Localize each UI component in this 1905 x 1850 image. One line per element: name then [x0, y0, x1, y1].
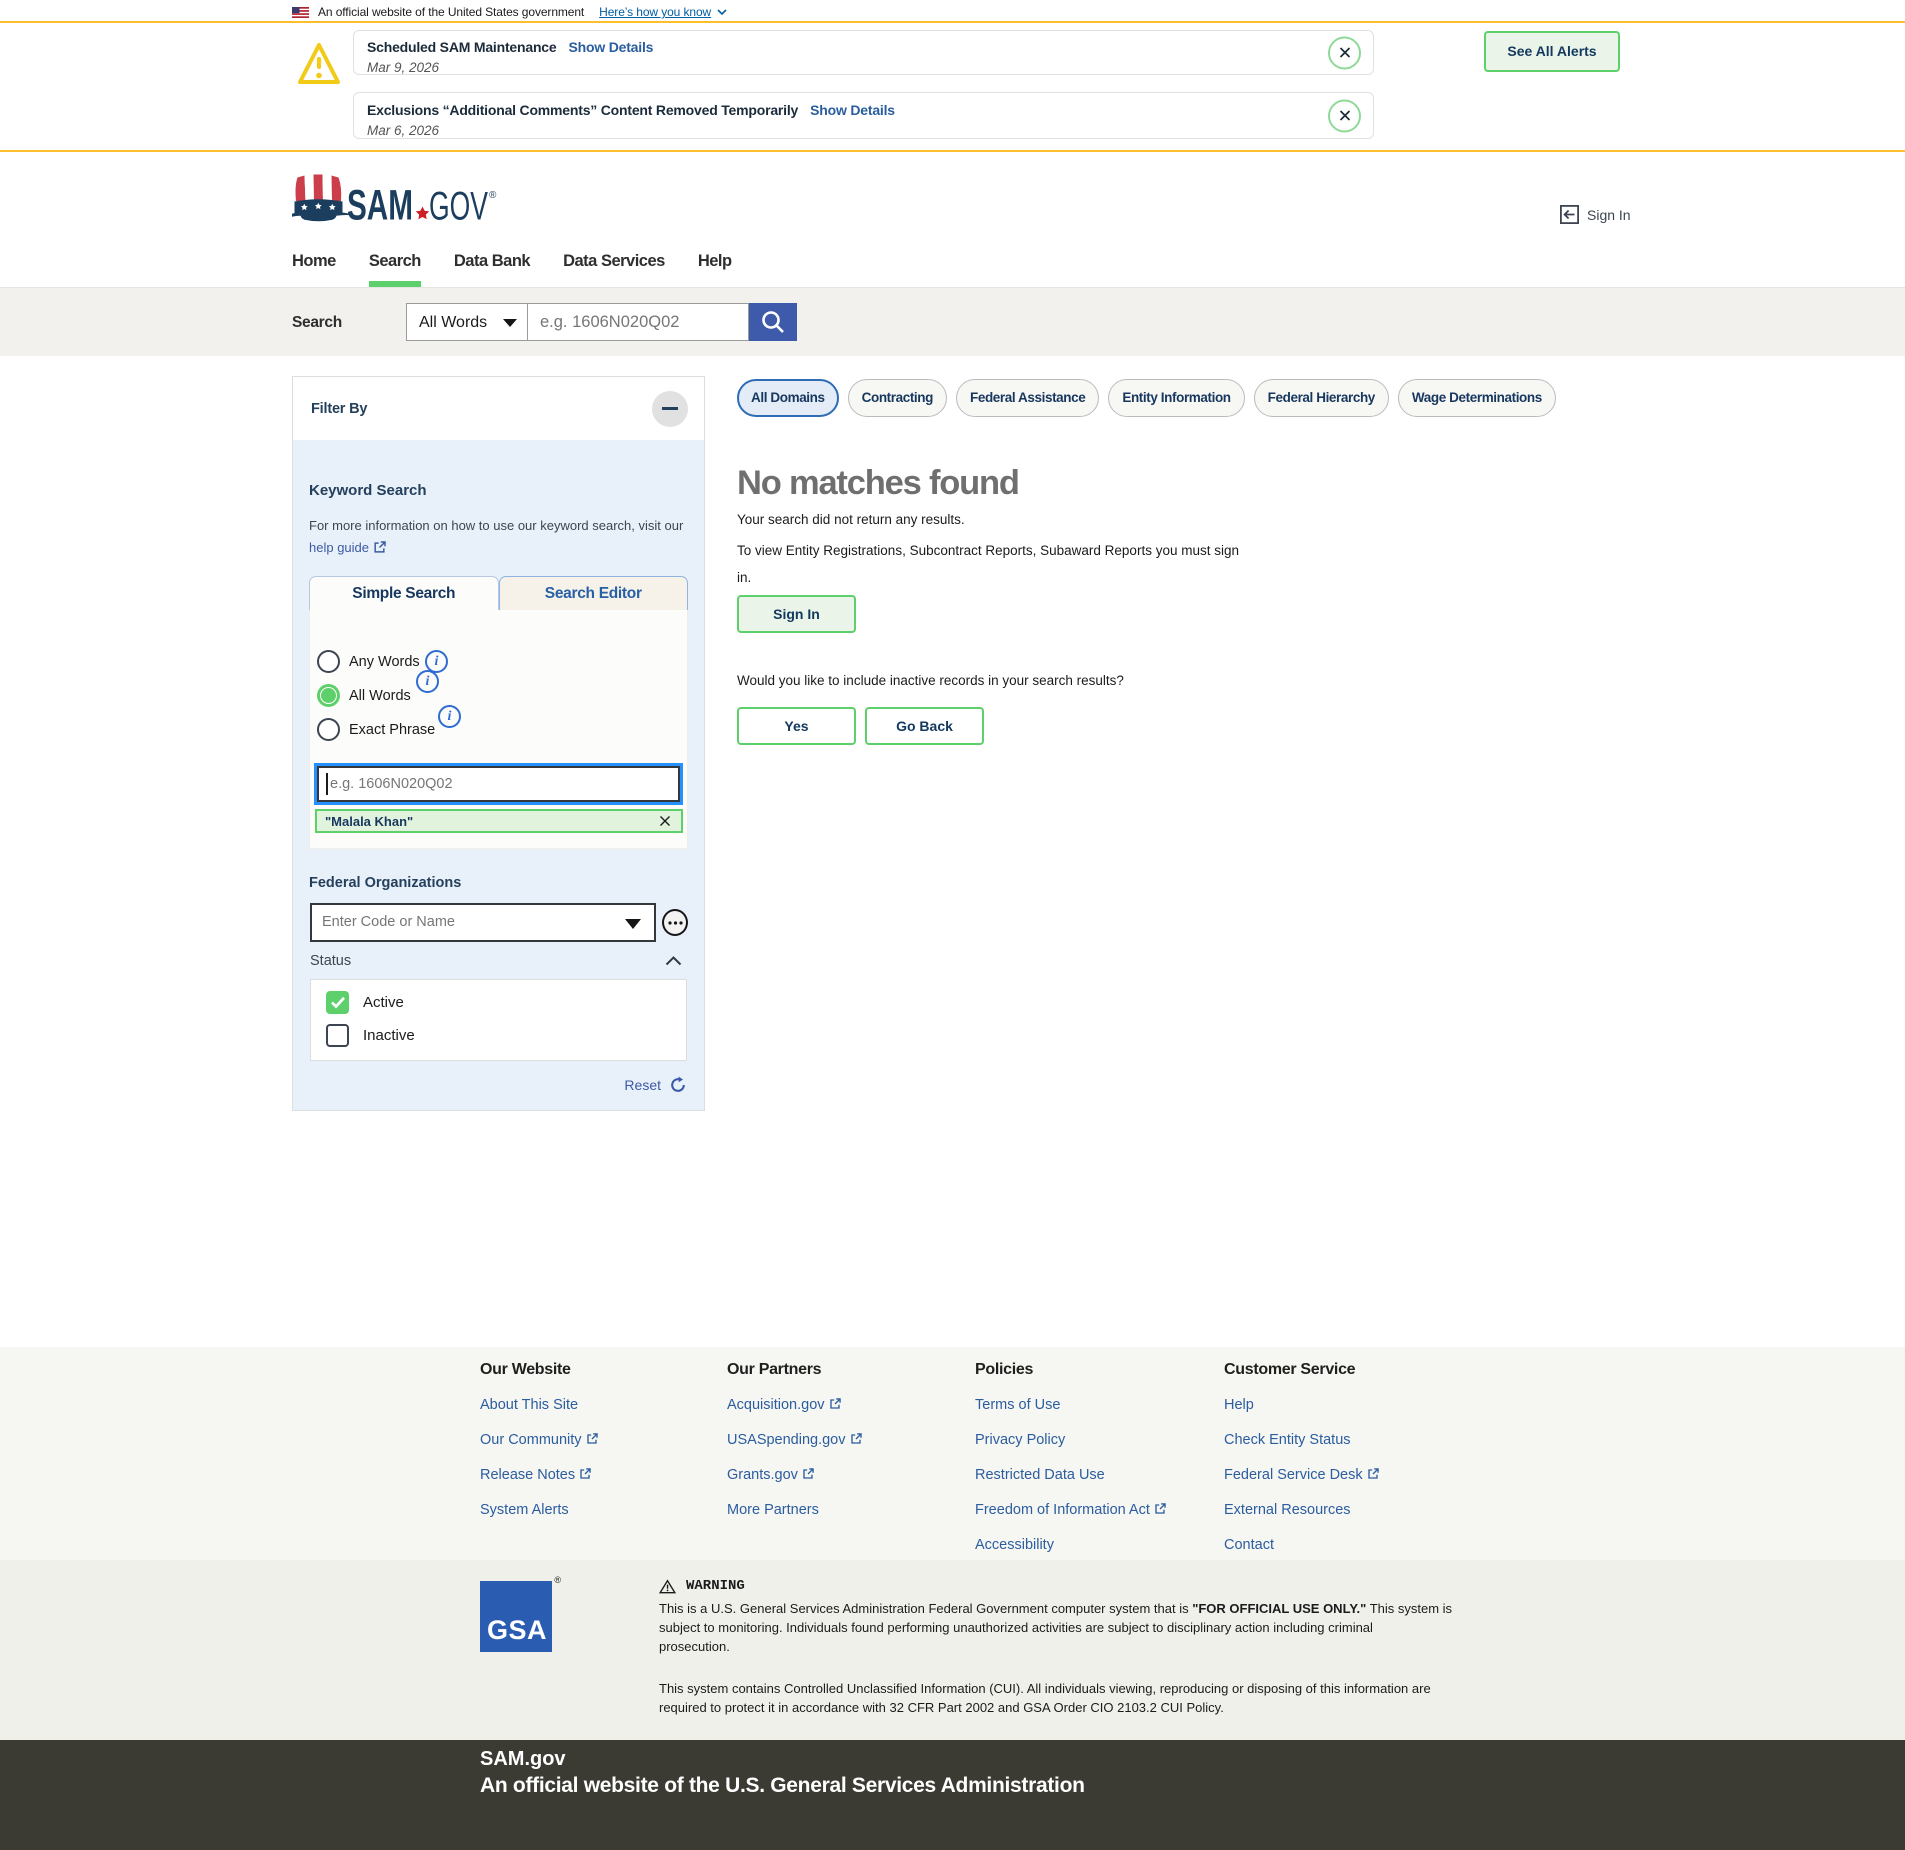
svg-text:GOV: GOV [429, 185, 488, 225]
svg-text:®: ® [489, 190, 497, 201]
svg-text:SAM: SAM [347, 183, 413, 225]
